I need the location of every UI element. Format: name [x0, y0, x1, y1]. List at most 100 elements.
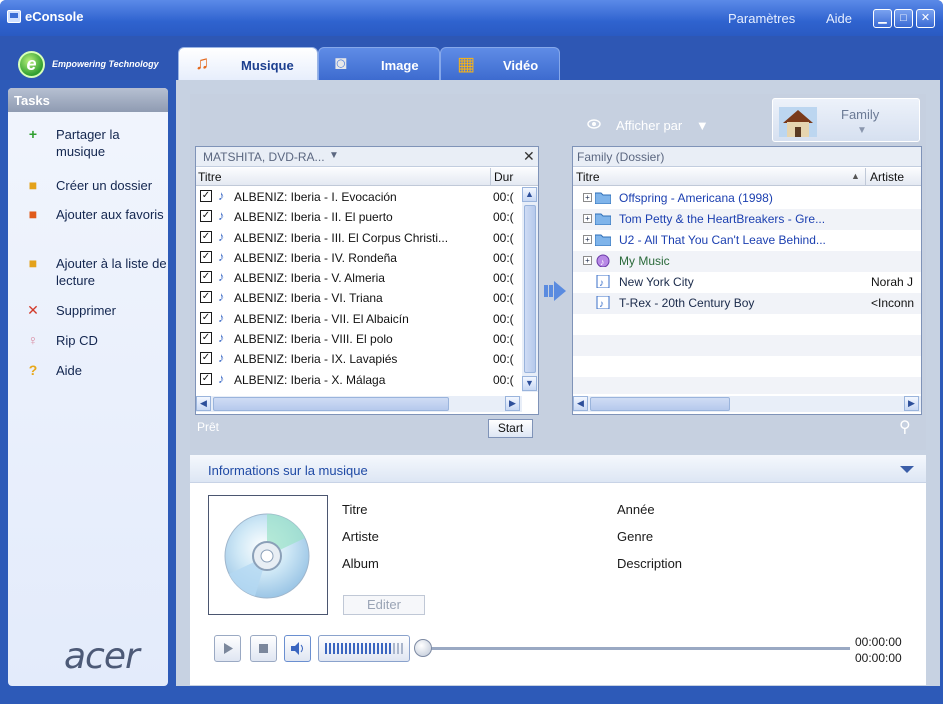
scroll-right-icon[interactable]: ▶: [505, 396, 520, 411]
scroll-thumb[interactable]: [213, 397, 449, 411]
scroll-thumb[interactable]: [524, 205, 536, 373]
my-music-icon: ♪: [596, 254, 610, 267]
close-button[interactable]: ✕: [916, 9, 935, 28]
scroll-left-icon[interactable]: ◀: [196, 396, 211, 411]
track-title: ALBENIZ: Iberia - X. Málaga: [234, 372, 386, 387]
table-row[interactable]: ✓ ♪ ALBENIZ: Iberia - X. Málaga 00:(: [196, 370, 522, 390]
col-artist[interactable]: Artiste: [870, 170, 904, 184]
device-name[interactable]: MATSHITA, DVD-RA...: [203, 150, 325, 164]
task-label: Supprimer: [56, 303, 116, 318]
scroll-left-icon[interactable]: ◀: [573, 396, 588, 411]
plus-icon: +: [28, 126, 38, 142]
item-name: New York City: [619, 275, 694, 289]
track-horizontal-scrollbar[interactable]: ◀ ▶: [196, 396, 522, 412]
track-title: ALBENIZ: Iberia - VII. El Albaicín: [234, 311, 409, 326]
scroll-down-icon[interactable]: ▼: [522, 376, 537, 391]
track-title: ALBENIZ: Iberia - III. El Corpus Christi…: [234, 230, 449, 245]
audio-file-icon: ♪: [218, 228, 225, 244]
table-row[interactable]: ✓ ♪ ALBENIZ: Iberia - IX. Lavapiés 00:(: [196, 349, 522, 369]
col-title[interactable]: Titre: [576, 170, 600, 184]
music-info-title: Informations sur la musique: [208, 463, 368, 478]
track-checkbox[interactable]: ✓: [200, 210, 212, 223]
expand-icon[interactable]: +: [583, 256, 592, 265]
table-row[interactable]: ✓ ♪ ALBENIZ: Iberia - IV. Rondeña 00:(: [196, 248, 522, 268]
track-duration: 00:(: [493, 250, 514, 265]
table-row[interactable]: ✓ ♪ ALBENIZ: Iberia - VI. Triana 00:(: [196, 288, 522, 308]
mute-button[interactable]: [284, 635, 311, 662]
track-title: ALBENIZ: Iberia - VIII. El polo: [234, 332, 393, 347]
library-panel: Family (Dossier) Titre ▲ Artiste + Offsp…: [572, 146, 922, 415]
track-vertical-scrollbar[interactable]: ▲ ▼: [522, 187, 538, 392]
settings-link[interactable]: Paramètres: [728, 11, 795, 26]
tab-musique[interactable]: ♫ Musique: [178, 47, 318, 80]
track-checkbox[interactable]: ✓: [200, 311, 212, 324]
track-duration: 00:(: [493, 352, 514, 367]
volume-bar: [325, 643, 327, 654]
volume-bar: [373, 643, 375, 654]
volume-bar: [377, 643, 379, 654]
seek-knob[interactable]: [414, 639, 432, 657]
scroll-thumb[interactable]: [590, 397, 730, 411]
volume-slider[interactable]: [318, 635, 410, 662]
close-icon[interactable]: ✕: [523, 148, 535, 165]
track-checkbox[interactable]: ✓: [200, 332, 212, 345]
col-title[interactable]: Titre: [198, 170, 222, 184]
list-item[interactable]: ♪ New York City Norah J: [573, 272, 921, 293]
scroll-right-icon[interactable]: ▶: [904, 396, 919, 411]
track-checkbox[interactable]: ✓: [200, 230, 212, 243]
library-column-header: Titre ▲ Artiste: [573, 168, 921, 186]
volume-bar: [389, 643, 391, 654]
collapse-icon[interactable]: [900, 466, 914, 473]
transfer-arrow-icon[interactable]: [544, 279, 568, 303]
track-checkbox[interactable]: ✓: [200, 352, 212, 365]
list-item[interactable]: + ♪ My Music: [573, 251, 921, 272]
view-by-dropdown[interactable]: Afficher par ▼: [616, 118, 709, 133]
maximize-button[interactable]: □: [894, 9, 913, 28]
camera-icon: ◙: [335, 53, 347, 74]
table-row[interactable]: ✓ ♪ ALBENIZ: Iberia - II. El puerto 00:(: [196, 207, 522, 227]
search-icon[interactable]: ⚲: [899, 417, 911, 437]
item-name: My Music: [619, 254, 670, 268]
music-info-header[interactable]: Informations sur la musique: [190, 455, 926, 483]
view-by-label: Afficher par: [616, 118, 683, 133]
seek-track[interactable]: [422, 647, 850, 650]
table-row[interactable]: ✓ ♪ ALBENIZ: Iberia - VIII. El polo 00:(: [196, 329, 522, 349]
minimize-button[interactable]: ▁: [873, 9, 892, 28]
stop-button[interactable]: [250, 635, 277, 662]
task-label: Ajouter à la liste de lecture: [56, 256, 167, 288]
library-horizontal-scrollbar[interactable]: ◀ ▶: [573, 396, 921, 412]
play-button[interactable]: [214, 635, 241, 662]
table-row[interactable]: ✓ ♪ ALBENIZ: Iberia - I. Evocación 00:(: [196, 187, 522, 207]
list-item[interactable]: + Offspring - Americana (1998): [573, 188, 921, 209]
list-item[interactable]: + Tom Petty & the HeartBreakers - Gre...: [573, 209, 921, 230]
track-duration: 00:(: [493, 230, 514, 245]
expand-icon[interactable]: +: [583, 214, 592, 223]
track-checkbox[interactable]: ✓: [200, 271, 212, 284]
speaker-icon: [291, 642, 303, 655]
scroll-up-icon[interactable]: ▲: [522, 187, 537, 202]
chevron-down-icon[interactable]: ▼: [329, 150, 339, 161]
col-duration[interactable]: Dur: [494, 170, 513, 184]
table-row[interactable]: ✓ ♪ ALBENIZ: Iberia - V. Almeria 00:(: [196, 268, 522, 288]
edit-button[interactable]: Editer: [343, 595, 425, 615]
list-item[interactable]: ♪ T-Rex - 20th Century Boy <Inconn: [573, 293, 921, 314]
table-row[interactable]: ✓ ♪ ALBENIZ: Iberia - III. El Corpus Chris…: [196, 228, 522, 248]
expand-icon[interactable]: +: [583, 235, 592, 244]
list-item[interactable]: + U2 - All That You Can't Leave Behind..…: [573, 230, 921, 251]
track-checkbox[interactable]: ✓: [200, 291, 212, 304]
track-checkbox[interactable]: ✓: [200, 372, 212, 385]
volume-bar: [357, 643, 359, 654]
table-row[interactable]: ✓ ♪ ALBENIZ: Iberia - VII. El Albaicín 00:(: [196, 309, 522, 329]
track-checkbox[interactable]: ✓: [200, 250, 212, 263]
tab-video[interactable]: ▦ Vidéo: [440, 47, 560, 80]
audio-file-icon: ♪: [218, 208, 225, 224]
track-checkbox[interactable]: ✓: [200, 190, 212, 202]
task-label: Ajouter aux favoris: [56, 207, 164, 222]
start-button[interactable]: Start: [488, 419, 533, 438]
help-link[interactable]: Aide: [826, 11, 852, 26]
expand-icon[interactable]: +: [583, 193, 592, 202]
family-selector[interactable]: Family ▼: [772, 98, 920, 142]
tab-image-label: Image: [381, 58, 419, 73]
tab-image[interactable]: ◙ Image: [318, 47, 440, 80]
field-year-label: Année: [617, 502, 655, 517]
